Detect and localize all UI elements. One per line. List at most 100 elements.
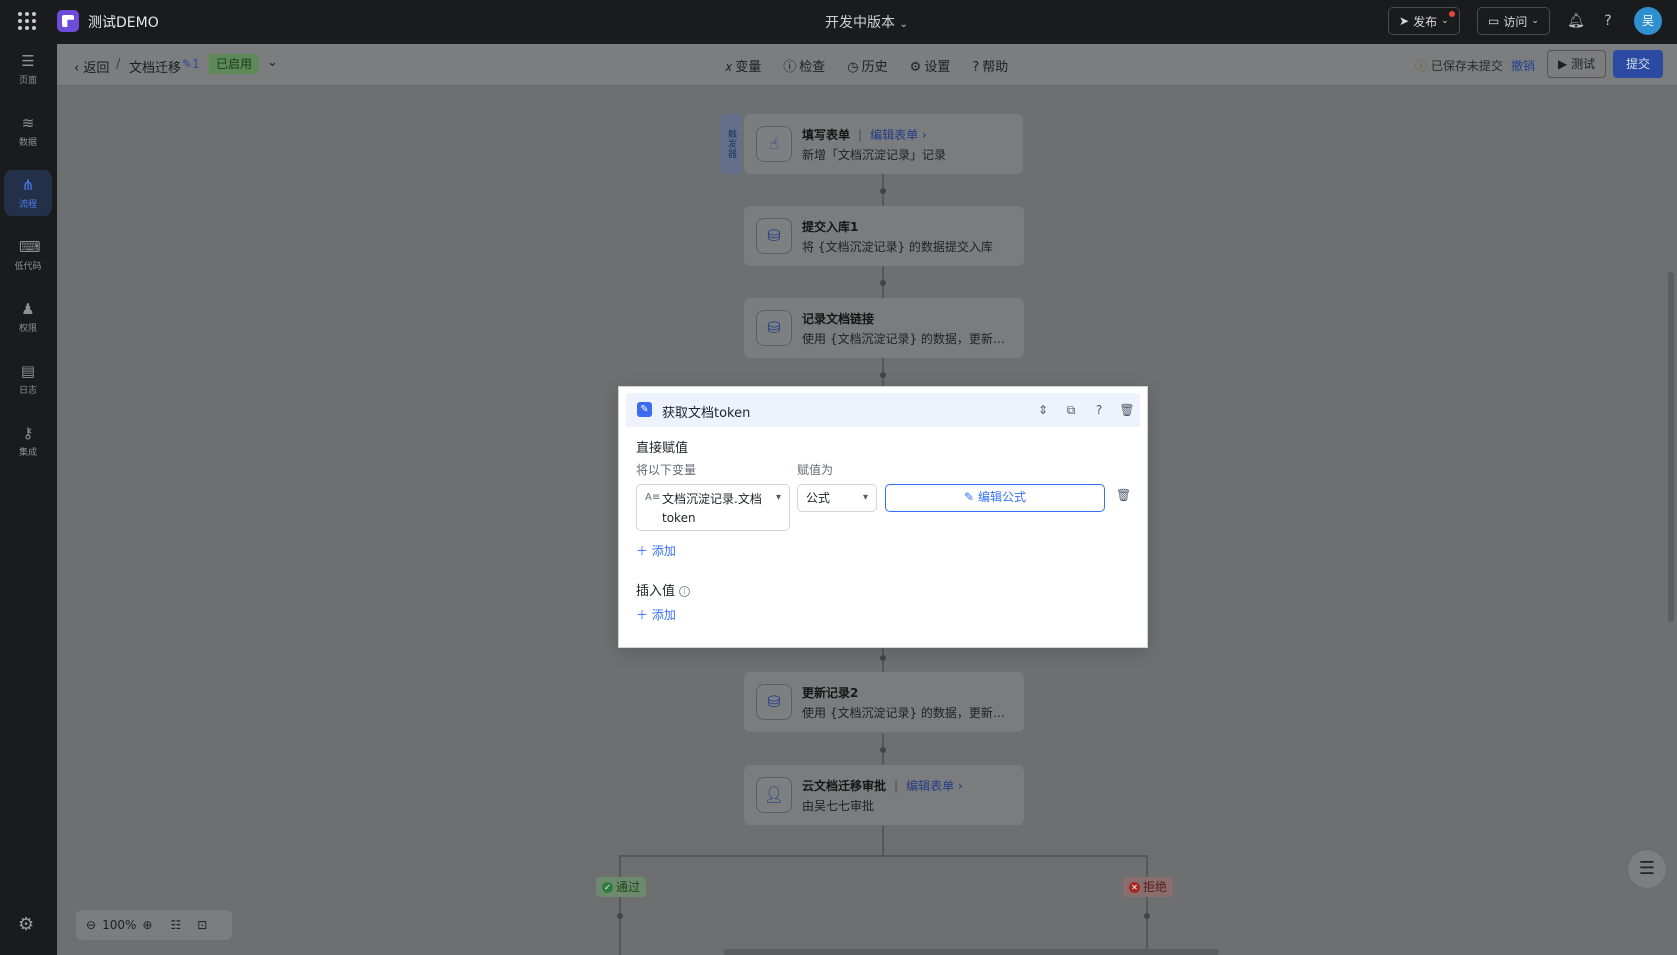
- undo-link[interactable]: 撤销: [1511, 57, 1535, 74]
- connector: [882, 826, 884, 856]
- zoom-out-icon[interactable]: ⊖: [86, 918, 96, 932]
- version-selector[interactable]: 开发中版本 ⌄: [825, 12, 908, 32]
- chevron-down-icon: ▾: [775, 492, 781, 503]
- zoom-in-icon[interactable]: ⊕: [142, 918, 152, 932]
- version-number-label: 1: [192, 57, 200, 71]
- log-icon: ▤: [20, 362, 36, 380]
- database-refresh-icon: ⛁: [756, 684, 792, 720]
- edit-form-link[interactable]: 编辑表单 ›: [870, 128, 927, 142]
- layout-icon[interactable]: ☷: [170, 918, 181, 932]
- sidebar-item-label: 集成: [18, 448, 37, 458]
- horizontal-scrollbar[interactable]: [723, 949, 1219, 955]
- flow-name: 文档迁移: [129, 61, 182, 76]
- value-type-select[interactable]: 公式 ▾: [797, 484, 877, 512]
- chevron-left-icon: ‹: [74, 61, 80, 76]
- flow-node-approval[interactable]: 👤︎ 云文档迁移审批 | 编辑表单 › 由吴七七审批: [744, 765, 1024, 825]
- tool-history[interactable]: ◷ 历史: [847, 56, 887, 75]
- panel-header: ✎ 获取文档token ⇕ ⧉ ? 🗑︎: [626, 393, 1140, 427]
- add-assignment-link[interactable]: ＋ 添加: [636, 542, 676, 559]
- chevron-down-icon[interactable]: ⌄: [267, 55, 278, 70]
- info-icon[interactable]: i: [679, 586, 691, 597]
- sidebar-item-permissions[interactable]: ♟ 权限: [4, 294, 52, 340]
- back-button[interactable]: ‹ 返回: [74, 57, 109, 76]
- node-desc: 新增「文档沉淀记录」记录: [802, 148, 947, 162]
- flow-icon: ⋔: [21, 176, 35, 194]
- help-icon[interactable]: ?: [1091, 402, 1107, 418]
- sidebar-item-integration[interactable]: ⚷ 集成: [4, 418, 52, 464]
- avatar[interactable]: 吴: [1634, 7, 1662, 35]
- tool-variables[interactable]: 𝑥 变量: [725, 56, 761, 75]
- app-grid-icon[interactable]: [18, 12, 36, 30]
- user-icon: 👤︎: [756, 777, 792, 813]
- sidebar-item-logs[interactable]: ▤ 日志: [4, 356, 52, 402]
- tool-help[interactable]: ? 帮助: [972, 56, 1008, 75]
- node-title-row: 云文档迁移审批 | 编辑表单 ›: [802, 777, 963, 794]
- bell-icon[interactable]: 🔔︎: [1567, 12, 1585, 30]
- variable-value: 文档沉淀记录.文档token: [662, 492, 762, 525]
- submit-button[interactable]: 提交: [1613, 50, 1663, 78]
- menu-icon[interactable]: ☰: [1627, 849, 1667, 889]
- database-icon: ≋: [21, 114, 35, 132]
- flow-node-record-link[interactable]: ⛁ 记录文档链接 使用 {文档沉淀记录} 的数据，更新「...: [744, 298, 1024, 358]
- publish-button[interactable]: ➤ 发布 ⌄: [1388, 7, 1460, 35]
- tool-check[interactable]: ⓘ 检查: [783, 56, 825, 75]
- panel-title: 获取文档token: [662, 406, 751, 421]
- gear-icon[interactable]: ⚙: [18, 914, 34, 935]
- vertical-scrollbar[interactable]: [1668, 272, 1674, 622]
- node-title: 云文档迁移审批: [802, 779, 887, 793]
- play-icon: ▶: [1558, 57, 1568, 71]
- copy-icon[interactable]: ⧉: [1063, 402, 1079, 418]
- edit-formula-button[interactable]: ✎ 编辑公式: [885, 484, 1105, 512]
- notification-dot: [1448, 11, 1455, 17]
- help-icon[interactable]: ?: [1599, 12, 1617, 30]
- app-logo: [57, 10, 79, 32]
- help-icon: ?: [972, 60, 980, 75]
- sidebar-item-lowcode[interactable]: ⌨ 低代码: [4, 232, 52, 278]
- tool-settings[interactable]: ⚙ 设置: [910, 56, 951, 75]
- zoom-level: 100%: [102, 918, 137, 932]
- version-label: 开发中版本: [825, 15, 895, 31]
- node-title-row: 填写表单 | 编辑表单 ›: [802, 126, 927, 143]
- branch-reject-tag[interactable]: ✕ 拒绝: [1123, 877, 1174, 897]
- test-label: 测试: [1571, 57, 1596, 71]
- check-icon: ⓘ: [783, 60, 797, 75]
- sidebar-item-pages[interactable]: ☰ 页面: [4, 46, 52, 92]
- trash-icon[interactable]: 🗑︎: [1116, 488, 1131, 502]
- pen-icon: ✎: [182, 57, 193, 71]
- node-desc: 由吴七七审批: [802, 799, 875, 813]
- flow-node-form[interactable]: ☝ 填写表单 | 编辑表单 › 新增「文档沉淀记录」记录: [744, 114, 1023, 174]
- label-assign-to: 赋值为: [797, 463, 834, 477]
- zoom-controls: ⊖ 100% ⊕ ☷ ⊡: [76, 910, 232, 940]
- branch-pass-tag[interactable]: ✓ 通过: [596, 877, 647, 897]
- code-icon: ⌨: [19, 238, 41, 256]
- app-name: 测试DEMO: [88, 15, 159, 31]
- sidebar-item-flow[interactable]: ⋔ 流程: [4, 170, 52, 216]
- variable-select[interactable]: A≡ 文档沉淀记录.文档token ▾: [636, 484, 790, 531]
- collapse-icon[interactable]: ⇕: [1035, 402, 1051, 418]
- connector-dot: [880, 372, 886, 378]
- sidebar-item-label: 低代码: [14, 262, 42, 272]
- connector: [619, 855, 621, 955]
- fit-view-icon[interactable]: ⊡: [197, 918, 207, 932]
- flow-node-update-record[interactable]: ⛁ 更新记录2 使用 {文档沉淀记录} 的数据，更新「...: [744, 672, 1024, 732]
- branch-reject-label: 拒绝: [1143, 880, 1168, 894]
- visit-button[interactable]: ▭ 访问 ⌄: [1477, 7, 1550, 35]
- tool-label: 变量: [735, 60, 762, 75]
- left-sidebar: ☰ 页面 ≋ 数据 ⋔ 流程 ⌨ 低代码 ♟ 权限 ▤ 日志 ⚷ 集成: [0, 44, 57, 955]
- chevron-down-icon: ⌄: [899, 19, 908, 30]
- save-status-text: 已保存未提交: [1430, 59, 1503, 73]
- breadcrumb-separator: /: [116, 57, 121, 72]
- pages-icon: ☰: [21, 52, 35, 70]
- node-config-panel: ✎ 获取文档token ⇕ ⧉ ? 🗑︎ 直接赋值 将以下变量 赋值为 A≡ 文…: [618, 386, 1148, 648]
- trash-icon[interactable]: 🗑︎: [1119, 402, 1135, 418]
- divider: |: [858, 128, 863, 142]
- hand-icon: ☝: [756, 126, 792, 162]
- edit-form-label: 编辑表单: [906, 779, 955, 793]
- chevron-down-icon: ⌄: [1441, 16, 1449, 26]
- add-insert-link[interactable]: ＋ 添加: [636, 606, 676, 623]
- edit-form-link[interactable]: 编辑表单 ›: [906, 779, 963, 793]
- flow-node-submit-db[interactable]: ⛁ 提交入库1 将 {文档沉淀记录} 的数据提交入库: [744, 206, 1024, 266]
- test-button[interactable]: ▶ 测试: [1547, 50, 1607, 78]
- sidebar-item-data[interactable]: ≋ 数据: [4, 108, 52, 154]
- people-icon: ♟: [21, 300, 35, 318]
